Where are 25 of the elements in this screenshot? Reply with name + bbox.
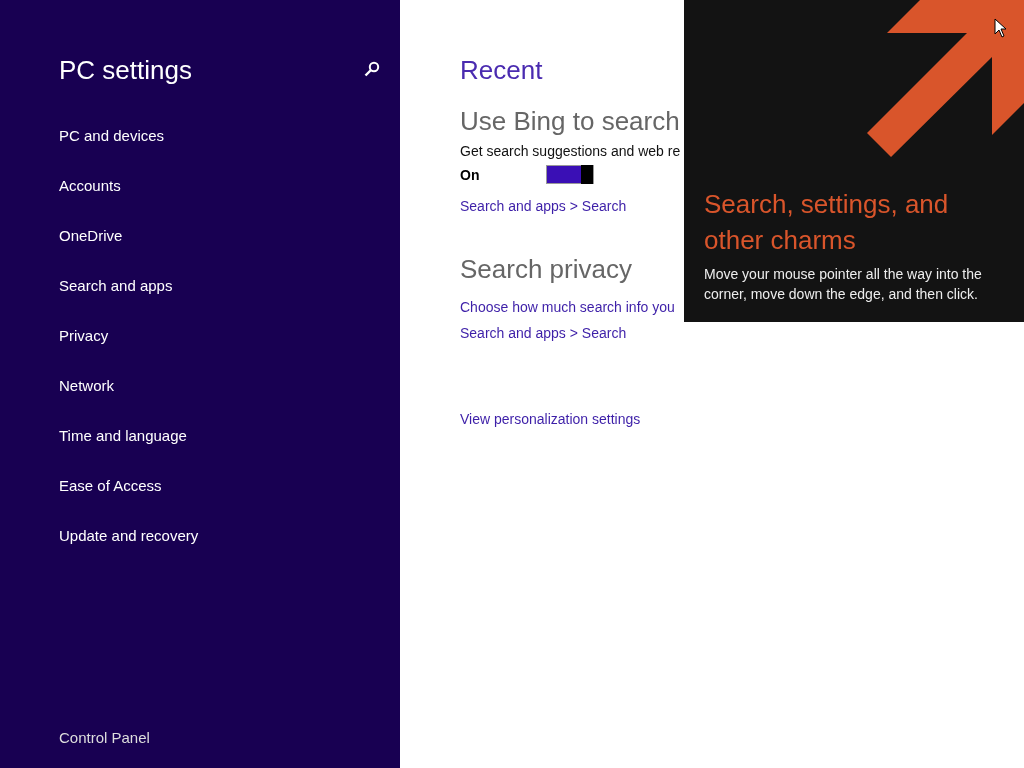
setting-title: Use Bing to search: [460, 106, 680, 137]
settings-path-link[interactable]: Search and apps > Search: [460, 325, 627, 341]
sidebar-title: PC settings: [59, 55, 192, 86]
sidebar-item[interactable]: Ease of Access: [59, 476, 380, 495]
sidebar-item[interactable]: OneDrive: [59, 226, 380, 245]
settings-path-link[interactable]: Search and apps > Search: [460, 198, 627, 214]
tip-body: Move your mouse pointer all the way into the corner, move down the edge, and then click.: [704, 265, 983, 304]
sidebar-item[interactable]: Time and language: [59, 426, 380, 445]
toggle-switch[interactable]: [546, 165, 594, 184]
privacy-link[interactable]: Choose how much search info you: [460, 299, 675, 315]
cursor-icon: [994, 18, 1007, 38]
sidebar-item[interactable]: Network: [59, 376, 380, 395]
tip-title: Search, settings, and other charms: [704, 188, 950, 257]
control-panel-link[interactable]: Control Panel: [59, 729, 380, 746]
sidebar-item[interactable]: Accounts: [59, 176, 380, 195]
personalization-link[interactable]: View personalization settings: [460, 411, 641, 427]
section-heading: Recent: [460, 55, 544, 86]
sidebar-item[interactable]: Update and recovery: [59, 526, 380, 545]
setting-title: Search privacy: [460, 254, 632, 285]
sidebar-item[interactable]: Privacy: [59, 326, 380, 345]
search-icon[interactable]: [364, 60, 380, 77]
toggle-label: On: [460, 166, 481, 183]
sidebar-item[interactable]: Search and apps: [59, 276, 380, 295]
sidebar-item[interactable]: PC and devices: [59, 126, 380, 145]
setting-description: Get search suggestions and web re: [460, 143, 681, 159]
